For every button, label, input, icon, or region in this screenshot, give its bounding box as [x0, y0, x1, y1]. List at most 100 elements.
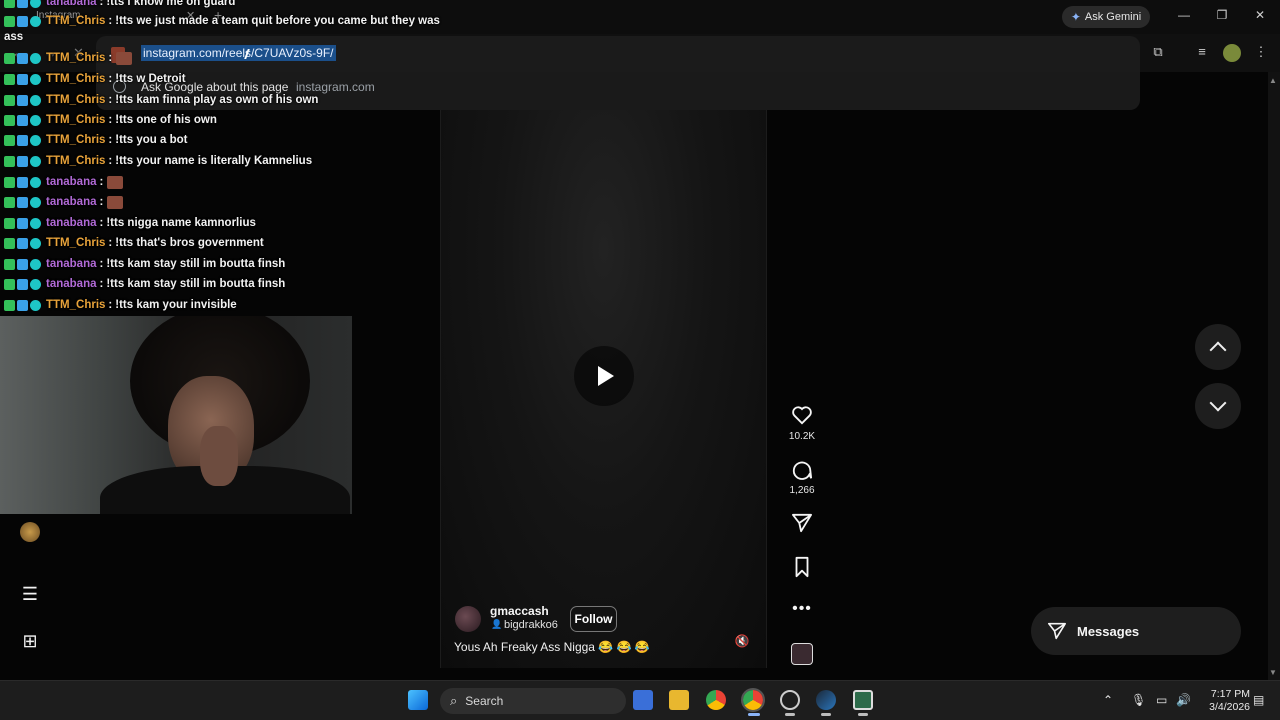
chat-badge-icon	[4, 73, 15, 85]
windows-start-icon[interactable]	[408, 690, 428, 710]
chat-message: !tts kam stay still im boutta finsh	[106, 258, 286, 270]
previous-reel-button[interactable]	[1195, 324, 1241, 370]
chat-message: !tts kam finna play as own of his own	[115, 94, 319, 106]
chat-badge-icon	[4, 134, 15, 146]
author-username[interactable]: gmaccash	[490, 604, 549, 618]
original-audio-thumbnail[interactable]	[791, 643, 813, 665]
chat-line: tanabana :	[4, 193, 124, 211]
chat-badge-icon	[4, 155, 15, 167]
chat-separator: :	[108, 155, 113, 167]
active-app-indicator	[748, 713, 760, 716]
restore-icon[interactable]: ❐	[1212, 8, 1232, 22]
chat-badge-icon	[30, 52, 41, 64]
chat-separator: :	[108, 73, 113, 85]
chat-badge-icon	[4, 196, 15, 208]
messages-label: Messages	[1077, 623, 1140, 639]
gemini-icon: ✦	[1070, 10, 1081, 24]
chat-badge-icon	[30, 15, 41, 27]
chat-message: !tts we just made a team quit before you…	[115, 15, 440, 27]
microsoft-store-icon[interactable]	[633, 690, 653, 710]
volume-icon[interactable]: 🔊	[1176, 693, 1191, 707]
chat-badge-icon	[30, 0, 41, 8]
play-button[interactable]	[574, 346, 634, 406]
muted-speaker-icon[interactable]: 🔇	[734, 634, 750, 650]
collaborator-username[interactable]: bigdrakko6	[504, 619, 558, 631]
chat-line: tanabana : !tts nigga name kamnorlius	[4, 214, 256, 232]
chat-badge-icon	[4, 299, 15, 311]
chat-message: !tts your name is literally Kamnelius	[115, 155, 313, 167]
next-reel-button[interactable]	[1195, 383, 1241, 429]
chat-line: TTM_Chris : !tts one of his own	[4, 111, 217, 129]
taskbar-search-label: Search	[465, 694, 504, 708]
chevron-up-icon	[1209, 341, 1227, 359]
chat-badge-icon	[30, 134, 41, 146]
chat-username: TTM_Chris	[46, 52, 106, 64]
tray-chevron-icon[interactable]: ⌃	[1103, 693, 1113, 707]
save-button[interactable]	[790, 556, 814, 583]
microphone-icon[interactable]: 🎙	[1131, 693, 1146, 707]
author-avatar[interactable]	[455, 606, 481, 632]
profile-avatar-icon[interactable]	[1223, 44, 1241, 62]
steam-icon[interactable]	[816, 690, 836, 710]
scroll-down-icon[interactable]: ▼	[1269, 668, 1277, 677]
chat-badge-icon	[4, 15, 15, 27]
chat-badge-icon	[4, 237, 15, 249]
chat-message: !tts kam stay still im boutta finsh	[106, 278, 286, 290]
more-menu-icon[interactable]: ☰	[20, 584, 40, 604]
chat-line: TTM_Chris : !tts kam finna play as own o…	[4, 91, 318, 109]
ask-gemini-label: Ask Gemini	[1084, 11, 1142, 23]
heart-icon	[792, 406, 812, 425]
follow-button[interactable]: Follow	[570, 606, 617, 632]
close-window-icon[interactable]: ✕	[1250, 8, 1270, 22]
chat-line: tanabana : !tts kam stay still im boutta…	[4, 255, 285, 273]
chat-message: !tts you a bot	[115, 134, 188, 146]
chat-separator: :	[108, 134, 113, 146]
menu-dots-icon[interactable]: ⋮	[1252, 44, 1270, 62]
chat-message: !tts w Detroit	[115, 73, 186, 85]
chat-badge-icon	[17, 196, 28, 208]
chat-badge-icon	[4, 278, 15, 290]
like-button[interactable]	[790, 405, 814, 430]
file-explorer-icon[interactable]	[669, 690, 689, 710]
profile-avatar[interactable]	[20, 522, 40, 542]
chat-username: TTM_Chris	[46, 299, 106, 311]
search-icon: ⌕	[450, 693, 458, 708]
more-options-icon[interactable]: •••	[790, 600, 814, 618]
also-from-meta-icon[interactable]: ⊞	[20, 631, 40, 651]
minimize-icon[interactable]: —	[1174, 8, 1194, 22]
chat-message: !tts i know me on guard	[106, 0, 236, 8]
messages-button[interactable]: Messages	[1031, 607, 1241, 655]
ask-gemini-button[interactable]: ✦ Ask Gemini	[1062, 6, 1150, 28]
app-window-icon[interactable]	[853, 690, 873, 710]
page-scrollbar[interactable]	[1268, 72, 1280, 680]
notification-icon[interactable]: ▤	[1253, 693, 1264, 707]
chat-badge-icon	[30, 155, 41, 167]
chat-badge-icon	[30, 299, 41, 311]
running-app-indicator	[785, 713, 795, 716]
share-button[interactable]	[790, 513, 814, 538]
network-icon[interactable]: ▭	[1156, 693, 1167, 707]
chrome-icon[interactable]	[706, 690, 726, 710]
chrome-profile-icon[interactable]	[741, 688, 765, 712]
chat-line: TTM_Chris : !tts your name is literally …	[4, 152, 312, 170]
chat-badge-icon	[30, 278, 41, 290]
comment-button[interactable]	[790, 459, 814, 486]
extensions-icon[interactable]: ⧉	[1149, 44, 1167, 62]
reel-caption: Yous Ah Freaky Ass Nigga 😂 😂 😂	[454, 640, 650, 654]
media-control-icon[interactable]: ≡	[1193, 44, 1211, 62]
chat-badge-icon	[17, 258, 28, 270]
bookmark-icon	[795, 556, 809, 578]
chat-line: TTM_Chris : !tts we just made a team qui…	[4, 12, 440, 30]
chat-badge-icon	[17, 73, 28, 85]
streamer-webcam	[0, 316, 352, 514]
obs-icon[interactable]	[780, 690, 800, 710]
chat-separator: :	[108, 114, 113, 126]
play-icon	[598, 366, 614, 386]
chat-separator: :	[99, 258, 104, 270]
taskbar-clock[interactable]: 7:17 PM 3/4/2026	[1204, 688, 1250, 714]
scroll-up-icon[interactable]: ▲	[1269, 76, 1277, 85]
chat-username: TTM_Chris	[46, 237, 106, 249]
running-app-indicator	[858, 713, 868, 716]
chat-username: TTM_Chris	[46, 73, 106, 85]
taskbar-search[interactable]: ⌕ Search	[440, 688, 626, 714]
